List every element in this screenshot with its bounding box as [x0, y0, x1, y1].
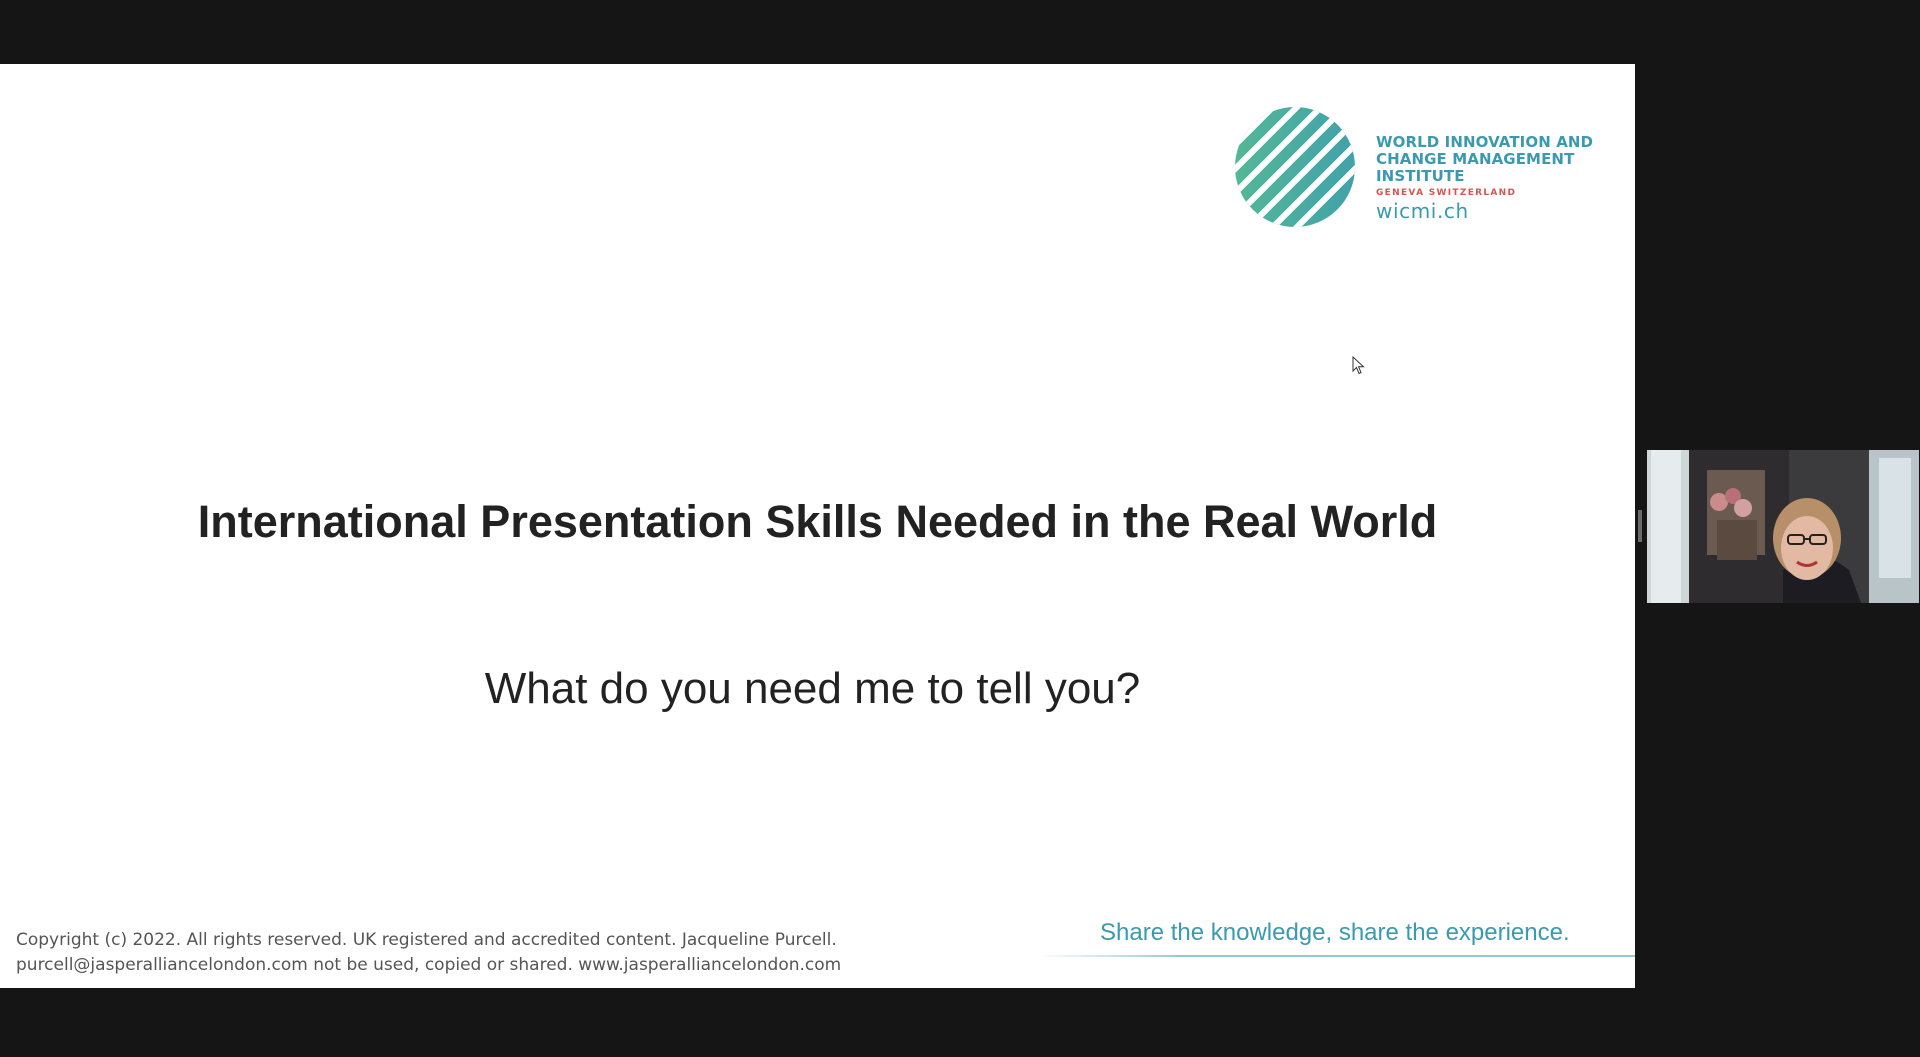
panel-resize-handle[interactable] — [1638, 510, 1642, 542]
slide-subtitle: What do you need me to tell you? — [484, 664, 1141, 713]
copyright-line-2: purcell@jasperalliancelondon.com not be … — [16, 955, 842, 975]
participant-video-tile[interactable] — [1647, 450, 1919, 603]
logo-line-3: INSTITUTE — [1376, 167, 1465, 185]
logo-line-2: CHANGE MANAGEMENT — [1376, 150, 1575, 168]
logo-location: GENEVA SWITZERLAND — [1376, 188, 1517, 198]
slide-tagline: Share the knowledge, share the experienc… — [1100, 919, 1570, 946]
logo-text: WORLD INNOVATION AND CHANGE MANAGEMENT I… — [1376, 133, 1596, 224]
participant-video-feed — [1647, 450, 1919, 603]
shared-slide: WORLD INNOVATION AND CHANGE MANAGEMENT I… — [0, 64, 1635, 988]
copyright-notice: Copyright (c) 2022. All rights reserved.… — [16, 928, 841, 978]
mouse-pointer-icon — [1352, 356, 1365, 375]
meeting-window: WORLD INNOVATION AND CHANGE MANAGEMENT I… — [0, 0, 1920, 1057]
logo-line-1: WORLD INNOVATION AND — [1376, 133, 1594, 151]
tagline-divider — [1035, 955, 1635, 957]
wicmi-logo: WORLD INNOVATION AND CHANGE MANAGEMENT I… — [1232, 104, 1593, 234]
striped-circle-logo-icon — [1235, 107, 1355, 227]
slide-title: International Presentation Skills Needed… — [197, 496, 1438, 547]
copyright-line-1: Copyright (c) 2022. All rights reserved.… — [16, 930, 837, 950]
logo-website: wicmi.ch — [1376, 199, 1469, 223]
